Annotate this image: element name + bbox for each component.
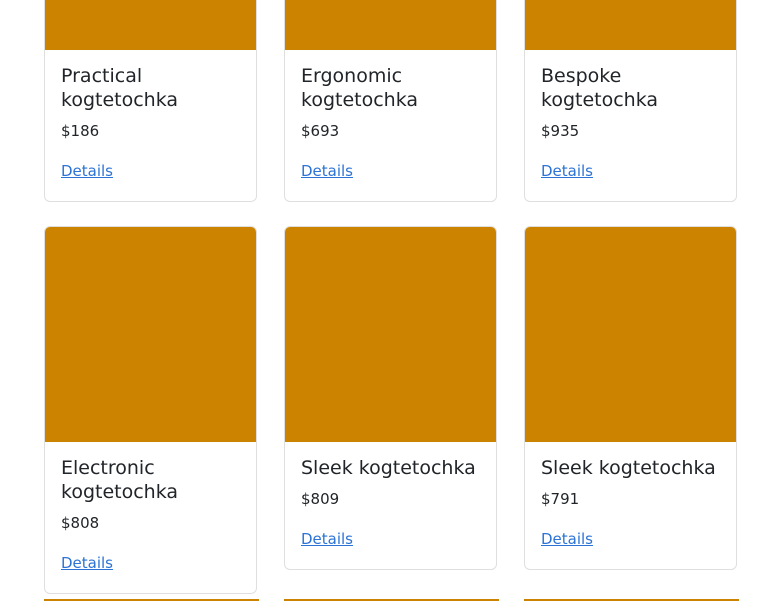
details-link[interactable]: Details [61,553,113,573]
product-image[interactable] [525,227,736,442]
product-image[interactable] [525,0,736,50]
product-title: Sleek kogtetochka [301,457,476,479]
product-title: Bespoke kogtetochka [541,65,659,111]
product-title: Sleek kogtetochka [541,457,716,479]
product-image[interactable] [45,227,256,442]
details-link[interactable]: Details [301,529,353,549]
product-price: $693 [301,122,340,140]
product-price: $808 [61,514,100,532]
product-title: Electronic kogtetochka [61,457,179,503]
product-price: $186 [61,122,100,140]
product-price: $935 [541,122,580,140]
product-card: Sleek kogtetochka $809 Details [284,226,497,570]
details-link[interactable]: Details [541,529,593,549]
product-card: Ergonomic kogtetochka $693 Details [284,0,497,202]
product-price: $809 [301,490,340,508]
product-card: Bespoke kogtetochka $935 Details [524,0,737,202]
product-image[interactable] [285,227,496,442]
details-link[interactable]: Details [541,161,593,181]
product-title: Ergonomic kogtetochka [301,65,419,111]
product-image[interactable] [45,0,256,50]
details-link[interactable]: Details [61,161,113,181]
product-price: $791 [541,490,580,508]
product-card: Electronic kogtetochka $808 Details [44,226,257,594]
product-image[interactable] [285,0,496,50]
details-link[interactable]: Details [301,161,353,181]
product-grid: Practical kogtetochka $186 Details Ergon… [0,0,784,601]
product-title: Practical kogtetochka [61,65,179,111]
product-card: Practical kogtetochka $186 Details [44,0,257,202]
product-card: Sleek kogtetochka $791 Details [524,226,737,570]
